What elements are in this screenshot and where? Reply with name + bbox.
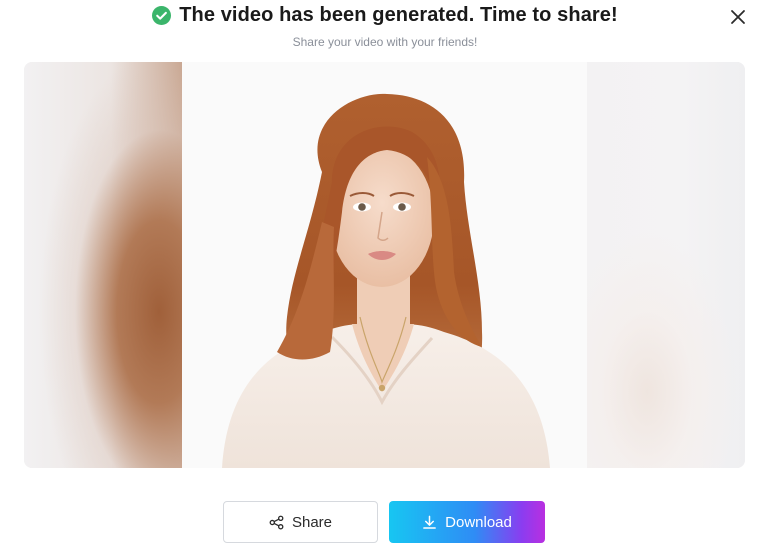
action-bar: Share Download — [0, 501, 770, 543]
dialog-header: The video has been generated. Time to sh… — [0, 3, 770, 49]
dialog-subtitle: Share your video with your friends! — [292, 35, 478, 49]
preview-blur-left — [24, 62, 182, 468]
share-button-label: Share — [291, 513, 333, 531]
title-row: The video has been generated. Time to sh… — [0, 3, 770, 27]
download-button-label: Download — [445, 513, 512, 531]
share-video-dialog: The video has been generated. Time to sh… — [0, 0, 770, 545]
check-circle-icon — [152, 5, 172, 25]
dialog-title: The video has been generated. Time to sh… — [179, 3, 618, 26]
share-button[interactable]: Share — [223, 501, 378, 543]
video-frame — [182, 62, 587, 468]
close-button[interactable] — [730, 9, 746, 25]
preview-blur-right — [587, 62, 745, 468]
share-icon — [269, 515, 284, 529]
download-button[interactable]: Download — [389, 501, 545, 543]
portrait-image — [182, 62, 587, 468]
download-icon — [423, 515, 437, 529]
close-icon — [731, 10, 745, 24]
video-preview[interactable] — [24, 62, 745, 468]
